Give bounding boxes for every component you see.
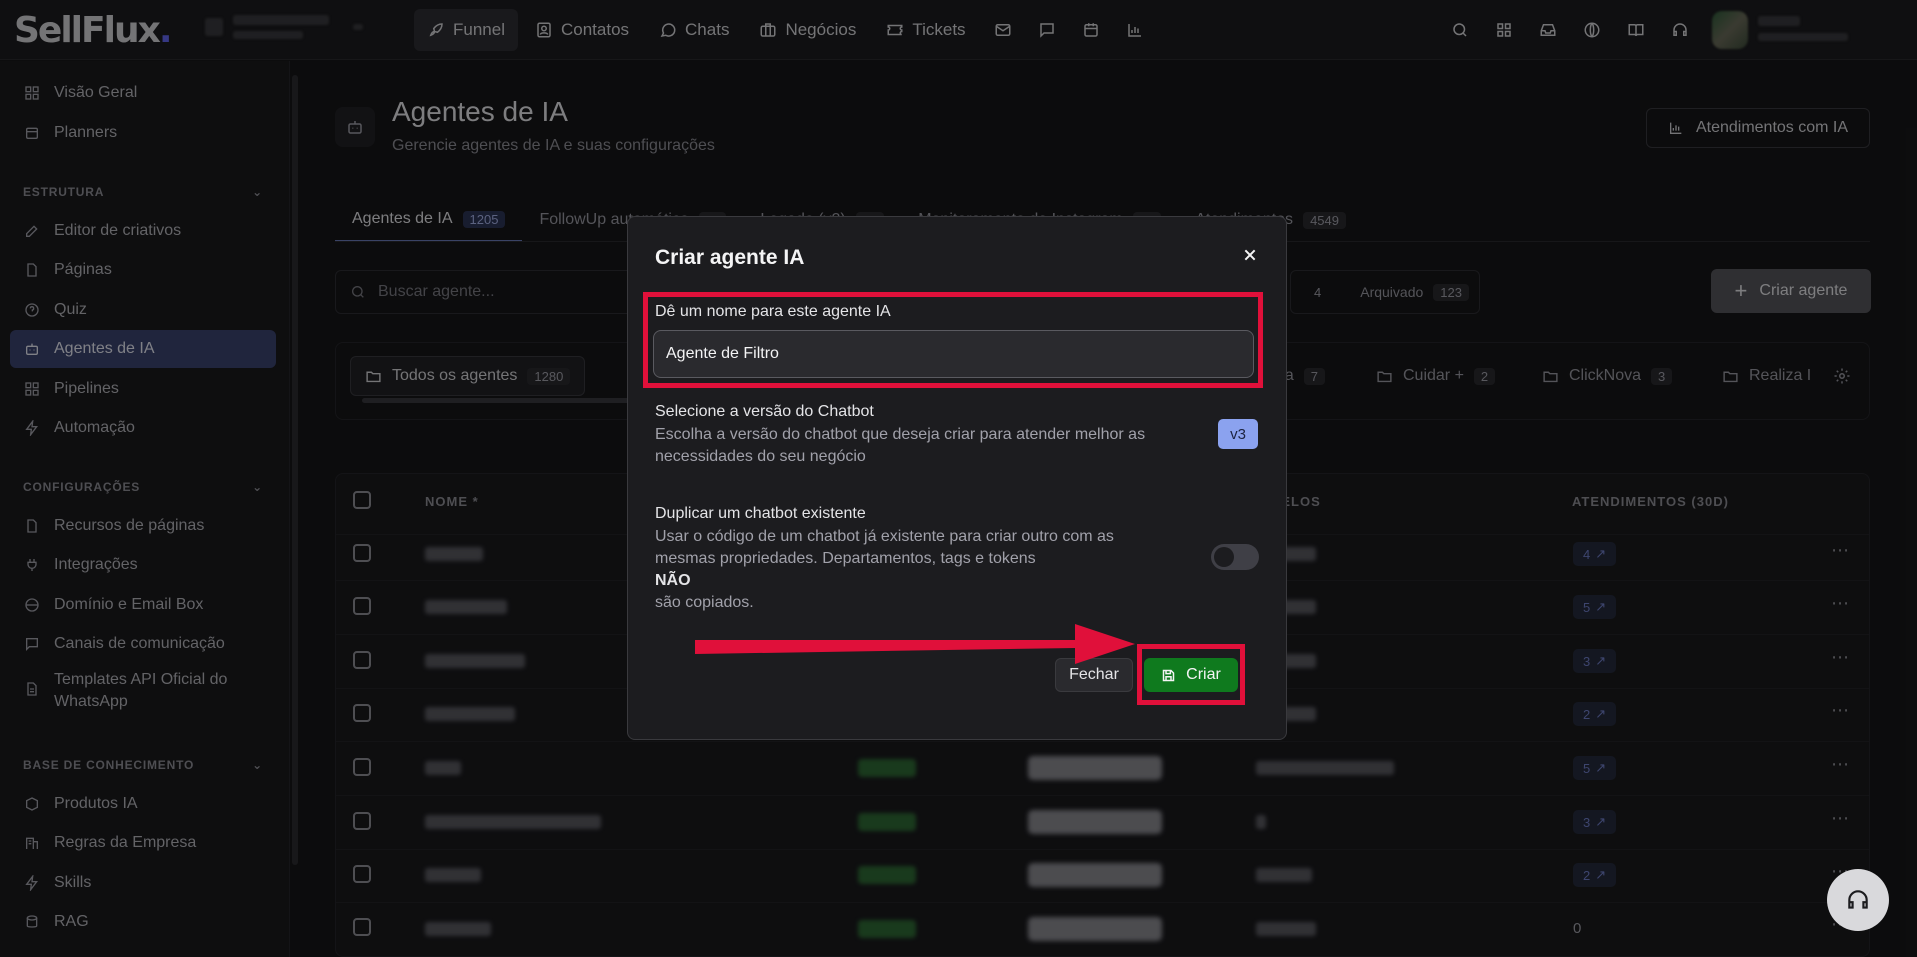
annotation-highlight-name bbox=[643, 292, 1263, 388]
duplicate-description: Usar o código de um chatbot já existente… bbox=[655, 528, 1114, 611]
version-description: Escolha a versão do chatbot que deseja c… bbox=[655, 426, 1146, 465]
duplicate-title: Duplicar um chatbot existente bbox=[655, 505, 866, 522]
version-title: Selecione a versão do Chatbot bbox=[655, 403, 874, 420]
headset-icon bbox=[1848, 890, 1868, 909]
close-icon bbox=[1244, 249, 1256, 261]
modal-title: Criar agente IA bbox=[655, 246, 805, 269]
toggle-knob bbox=[1214, 547, 1234, 567]
annotation-highlight-create bbox=[1137, 644, 1245, 705]
duplicate-toggle[interactable] bbox=[1211, 544, 1259, 570]
modal-close-button[interactable] bbox=[1238, 243, 1262, 267]
support-fab[interactable] bbox=[1827, 869, 1889, 931]
version-select[interactable]: v3 bbox=[1218, 419, 1258, 449]
annotation-arrow bbox=[695, 624, 1135, 664]
